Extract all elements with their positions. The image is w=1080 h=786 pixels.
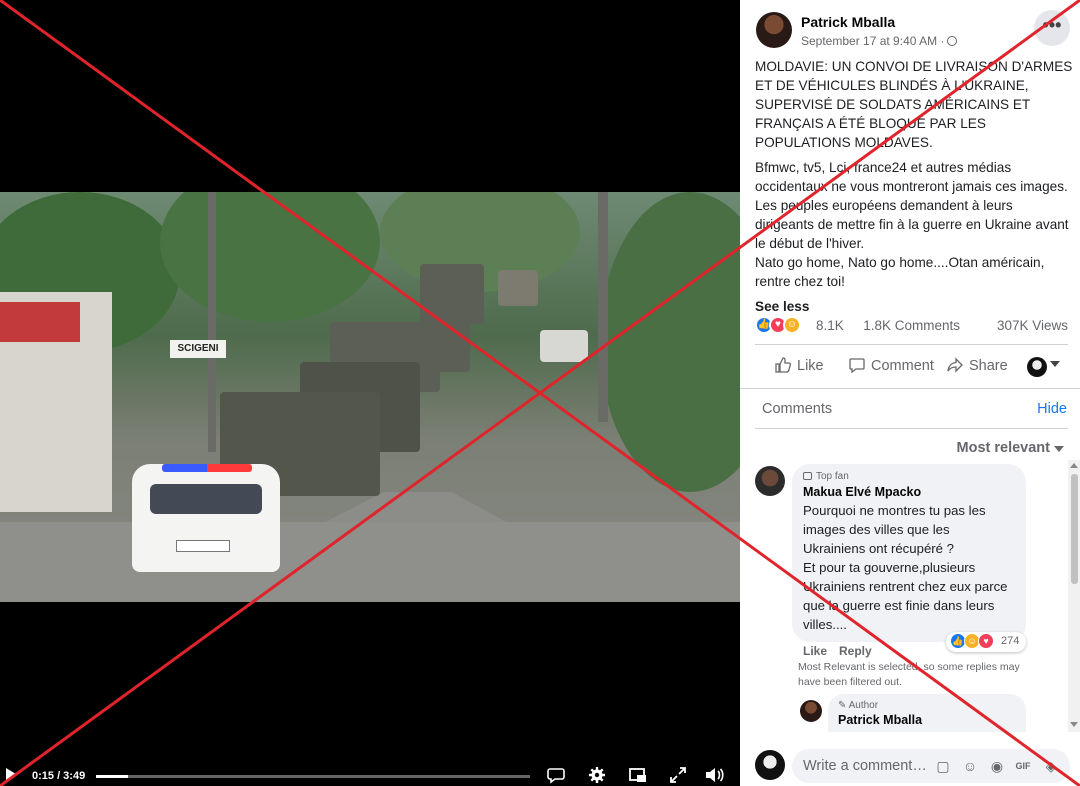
author-badge-label: Author — [848, 700, 879, 711]
fullscreen-icon[interactable] — [668, 766, 688, 786]
write-comment-area: Write a comment… ▢ ☺ ◉ GIF ◈ — [740, 740, 1080, 786]
video-progress-bar[interactable] — [96, 775, 530, 778]
like-label: Like — [797, 358, 824, 374]
author-reply-name[interactable]: Patrick Mballa — [838, 713, 1016, 727]
utility-pole — [208, 192, 216, 452]
police-car — [132, 464, 280, 572]
post-paragraph: Bfmwc, tv5, Lci, france24 et autres médi… — [755, 160, 1069, 289]
road — [0, 522, 740, 602]
haha-reaction-icon: ☺ — [783, 316, 801, 334]
top-fan-label: Top fan — [816, 471, 849, 482]
author-reply-avatar[interactable] — [800, 700, 822, 722]
emoji-icon[interactable]: ☺ — [961, 757, 979, 775]
kiosk-sign — [0, 302, 80, 342]
views-count: 307K Views — [996, 318, 1068, 333]
comment-input[interactable]: Write a comment… ▢ ☺ ◉ GIF ◈ — [792, 749, 1070, 783]
more-options-button[interactable]: ••• — [1034, 10, 1070, 46]
police-car-window — [150, 484, 262, 514]
police-light-bar — [162, 464, 252, 472]
military-truck — [420, 264, 484, 324]
divider — [755, 428, 1068, 429]
parked-car — [540, 330, 588, 362]
comment-reaction-count: 274 — [1001, 635, 1020, 647]
like-button[interactable]: Like — [775, 357, 824, 374]
comments-count[interactable]: 1.8K Comments — [863, 318, 960, 333]
share-label: Share — [969, 358, 1008, 374]
license-plate — [176, 540, 230, 552]
camera-icon[interactable]: ◉ — [988, 757, 1006, 775]
video-player[interactable]: SCIGENI 0:15 / 3:49 — [0, 0, 740, 786]
author-name[interactable]: Patrick Mballa — [801, 14, 895, 30]
video-frame[interactable]: SCIGENI — [0, 192, 740, 602]
scroll-down-icon[interactable] — [1070, 722, 1078, 727]
comment-reactions[interactable]: 👍 ☺ ♥ 274 — [946, 632, 1026, 652]
village-sign: SCIGENI — [170, 340, 226, 358]
reactions-summary[interactable]: 👍 ♥ ☺ 8.1K 1.8K Comments 307K Views — [755, 314, 1068, 336]
commenter-name[interactable]: Makua Elvé Mpacko — [803, 485, 1015, 499]
comments-scrollbar[interactable] — [1068, 460, 1080, 732]
thumbs-up-icon — [775, 357, 791, 373]
tree-foliage — [600, 192, 740, 492]
sort-label: Most relevant — [956, 440, 1050, 456]
post-panel: Patrick Mballa September 17 at 9:40 AM ·… — [740, 0, 1080, 786]
comment-label: Comment — [871, 358, 934, 374]
comment-reply-link[interactable]: Reply — [839, 644, 872, 658]
author-badge: ✎ Author — [838, 700, 879, 711]
post-meta: September 17 at 9:40 AM · — [801, 34, 958, 48]
divider — [740, 388, 1080, 389]
commenter-avatar[interactable] — [755, 466, 785, 496]
post-paragraph: MOLDAVIE: UN CONVOI DE LIVRAISON D'ARMES… — [755, 59, 1073, 150]
scroll-up-icon[interactable] — [1070, 463, 1078, 468]
post-text: MOLDAVIE: UN CONVOI DE LIVRAISON D'ARMES… — [755, 57, 1075, 316]
reaction-count[interactable]: 8.1K — [816, 318, 844, 333]
comment-button[interactable]: Comment — [849, 357, 934, 374]
picture-in-picture-icon[interactable] — [628, 766, 648, 786]
love-reaction-icon: ♥ — [978, 633, 994, 649]
sticker-face-icon[interactable]: ◈ — [1042, 757, 1060, 775]
viewer-avatar — [755, 750, 785, 780]
post-actions: Like Comment Share — [755, 344, 1068, 388]
sort-comments-dropdown[interactable]: Most relevant — [957, 440, 1050, 456]
share-button[interactable]: Share — [947, 357, 1008, 374]
viewer-avatar[interactable] — [1027, 357, 1047, 377]
post-timestamp[interactable]: September 17 at 9:40 AM · — [801, 34, 944, 48]
comment-text: Pourquoi ne montres tu pas les images de… — [803, 503, 1008, 632]
chevron-down-icon[interactable] — [1054, 446, 1064, 452]
comment-input-placeholder: Write a comment… — [803, 758, 927, 774]
author-reply-bubble: ✎ Author Patrick Mballa — [828, 694, 1026, 732]
video-time: 0:15 / 3:49 — [32, 770, 86, 782]
chevron-down-icon[interactable] — [1050, 361, 1060, 367]
play-icon[interactable] — [6, 768, 16, 780]
utility-pole — [598, 192, 608, 422]
author-avatar[interactable] — [756, 12, 792, 48]
top-fan-badge: Top fan — [803, 471, 1015, 482]
comments-heading: Comments — [762, 401, 833, 417]
volume-icon[interactable] — [704, 766, 724, 786]
military-truck — [498, 270, 538, 306]
gear-icon[interactable] — [587, 766, 607, 786]
video-controls: 0:15 / 3:49 — [0, 762, 740, 786]
hide-comments-link[interactable]: Hide — [1037, 401, 1067, 417]
comment-bubble: Top fan Makua Elvé Mpacko Pourquoi ne mo… — [792, 464, 1026, 642]
sticker-icon[interactable]: ▢ — [934, 757, 952, 775]
tree-foliage — [160, 192, 380, 322]
comment-like-link[interactable]: Like — [803, 644, 827, 658]
gif-icon[interactable]: GIF — [1014, 757, 1032, 775]
badge-icon — [803, 472, 812, 480]
scrollbar-thumb[interactable] — [1071, 474, 1078, 584]
share-icon — [947, 357, 963, 373]
captions-icon[interactable] — [546, 766, 566, 786]
filter-note: Most Relevant is selected, so some repli… — [798, 661, 1020, 688]
comments-list[interactable]: Top fan Makua Elvé Mpacko Pourquoi ne mo… — [740, 460, 1080, 732]
video-progress-fill — [96, 775, 128, 778]
comment-icon — [849, 358, 865, 373]
globe-icon — [947, 36, 958, 46]
